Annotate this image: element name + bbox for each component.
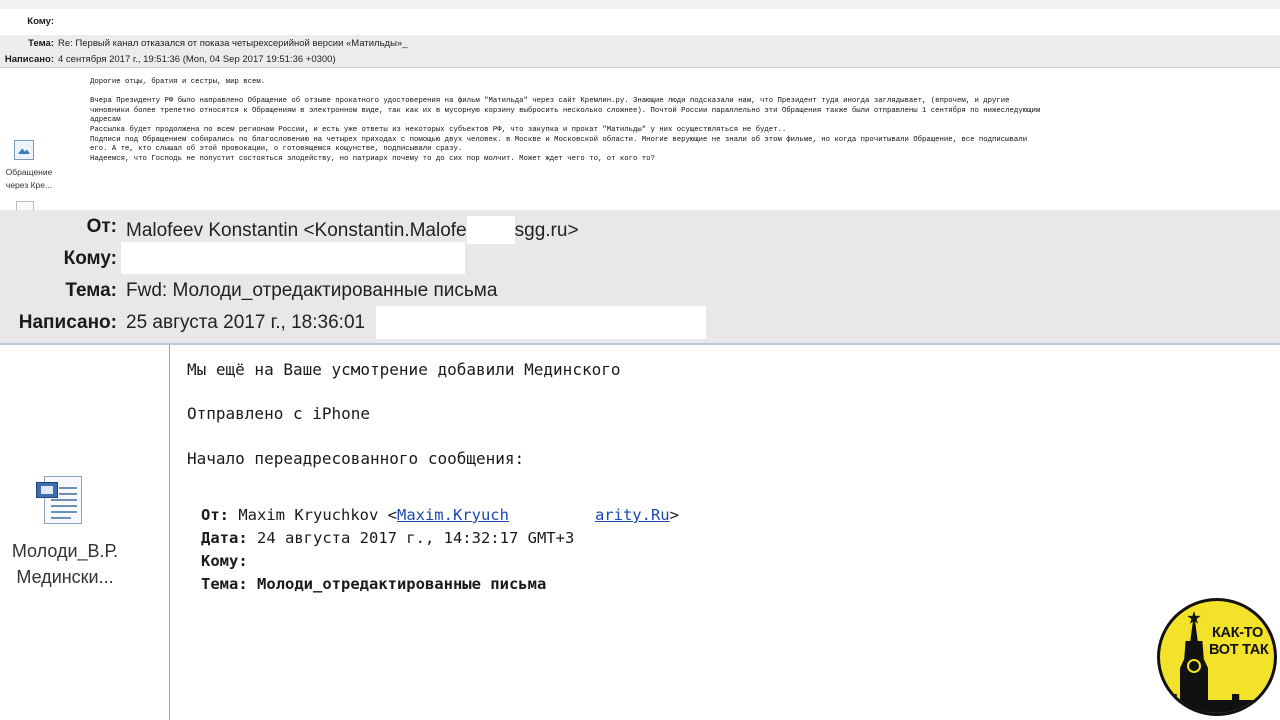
forwarded-to-label: Кому: xyxy=(201,552,248,570)
main-attachment-label[interactable]: Молоди_В.Р. Медински... xyxy=(0,538,130,590)
main-header-divider xyxy=(0,343,1280,345)
main-subject-label: Тема: xyxy=(65,280,117,301)
top-subject-label: Тема: xyxy=(28,38,54,49)
forwarded-link-part1: Maxim.Kryuch xyxy=(396,506,509,524)
redacted-block xyxy=(466,216,515,244)
main-from-value-part1: Malofeev Konstantin <Konstantin.Malofe xyxy=(126,220,467,241)
redacted-recipient xyxy=(121,242,465,274)
main-date-label: Написано: xyxy=(18,312,117,333)
body-line-3: Начало переадресованного сообщения: xyxy=(187,449,525,468)
main-from-value[interactable]: Malofeev Konstantin <Konstantin.Malofe sg… xyxy=(126,216,579,244)
main-attachment-column xyxy=(0,345,170,720)
redacted-link-part xyxy=(508,506,595,525)
forwarded-to-row: Кому: xyxy=(201,550,248,573)
forwarded-subject-label: Тема: xyxy=(201,575,248,593)
word-document-icon[interactable] xyxy=(36,476,88,526)
top-message-text: Дорогие отцы, братия и сестры, мир всем.… xyxy=(90,78,1041,163)
forwarded-subject-row: Тема: Молоди_отредактированные письма xyxy=(201,573,546,596)
main-from-value-part2: sgg.ru> xyxy=(514,220,579,241)
logo-text-line2: ВОТ ТАК xyxy=(1209,642,1269,658)
main-subject-row: Тема: Fwd: Молоди_отредактированные пись… xyxy=(0,276,1280,306)
top-to-label: Кому: xyxy=(27,16,54,27)
top-message-body: Дорогие отцы, братия и сестры, мир всем.… xyxy=(0,68,1280,210)
forwarded-date-value: 24 августа 2017 г., 14:32:17 GMT+3 xyxy=(247,529,575,547)
top-attachment-label[interactable]: Обращение через Кре... xyxy=(0,166,58,192)
forwarded-from-label: От: xyxy=(201,506,229,524)
top-attachment-label-line1: Обращение xyxy=(5,167,53,177)
body-line-1: Мы ещё на Ваше усмотрение добавили Медин… xyxy=(187,360,621,379)
logo-text-line1: КАК-ТО xyxy=(1212,625,1263,641)
main-subject-value[interactable]: Fwd: Молоди_отредактированные письма xyxy=(126,280,497,302)
top-date-value: 4 сентября 2017 г., 19:51:36 (Mon, 04 Se… xyxy=(58,54,336,65)
forwarded-from-row: От: Maxim Kryuchkov <Maxim.Kryuch arity.R… xyxy=(201,504,679,527)
image-attachment-icon[interactable] xyxy=(14,140,34,160)
forwarded-date-label: Дата: xyxy=(201,529,248,547)
redacted-date-extra xyxy=(376,306,706,339)
top-attachment-label-line2: через Кре... xyxy=(5,180,53,190)
forwarded-link-part2: arity.Ru xyxy=(594,506,670,524)
forwarded-from-name: Maxim Kryuchkov < xyxy=(229,506,397,524)
main-from-label: От: xyxy=(86,216,117,237)
document-badge xyxy=(36,482,58,498)
kak-to-vot-tak-logo: КАК-ТО ВОТ ТАК xyxy=(1157,598,1277,716)
top-subject-value[interactable]: Re: Первый канал отказался от показа чет… xyxy=(58,37,407,50)
top-date-row: Написано: 4 сентября 2017 г., 19:51:36 (… xyxy=(0,51,1280,67)
top-subject-row: Тема: Re: Первый канал отказался от пока… xyxy=(0,35,1280,51)
forwarded-date-row: Дата: 24 августа 2017 г., 14:32:17 GMT+3 xyxy=(201,527,574,550)
main-date-value: 25 августа 2017 г., 18:36:01 xyxy=(126,312,366,333)
forwarded-from-email-link[interactable]: Maxim.Kryuch arity.Ru xyxy=(396,506,670,525)
top-date-label: Написано: xyxy=(4,54,54,65)
forwarded-subject-value: Молоди_отредактированные письма xyxy=(247,575,547,593)
top-to-row: Кому: xyxy=(0,9,1280,35)
main-to-label: Кому: xyxy=(63,248,117,269)
clock-icon xyxy=(1187,659,1201,673)
forwarded-from-tail: > xyxy=(669,506,679,524)
main-attachment-label-line2: Медински... xyxy=(16,567,114,587)
main-attachment-label-line1: Молоди_В.Р. xyxy=(11,541,119,561)
body-line-2: Отправлено с iPhone xyxy=(187,404,371,423)
top-cropped-strip xyxy=(0,0,1280,9)
main-from-row: От: Malofeev Konstantin <Konstantin.Malo… xyxy=(0,212,1280,244)
main-email-header: От: Malofeev Konstantin <Konstantin.Malo… xyxy=(0,210,1280,344)
